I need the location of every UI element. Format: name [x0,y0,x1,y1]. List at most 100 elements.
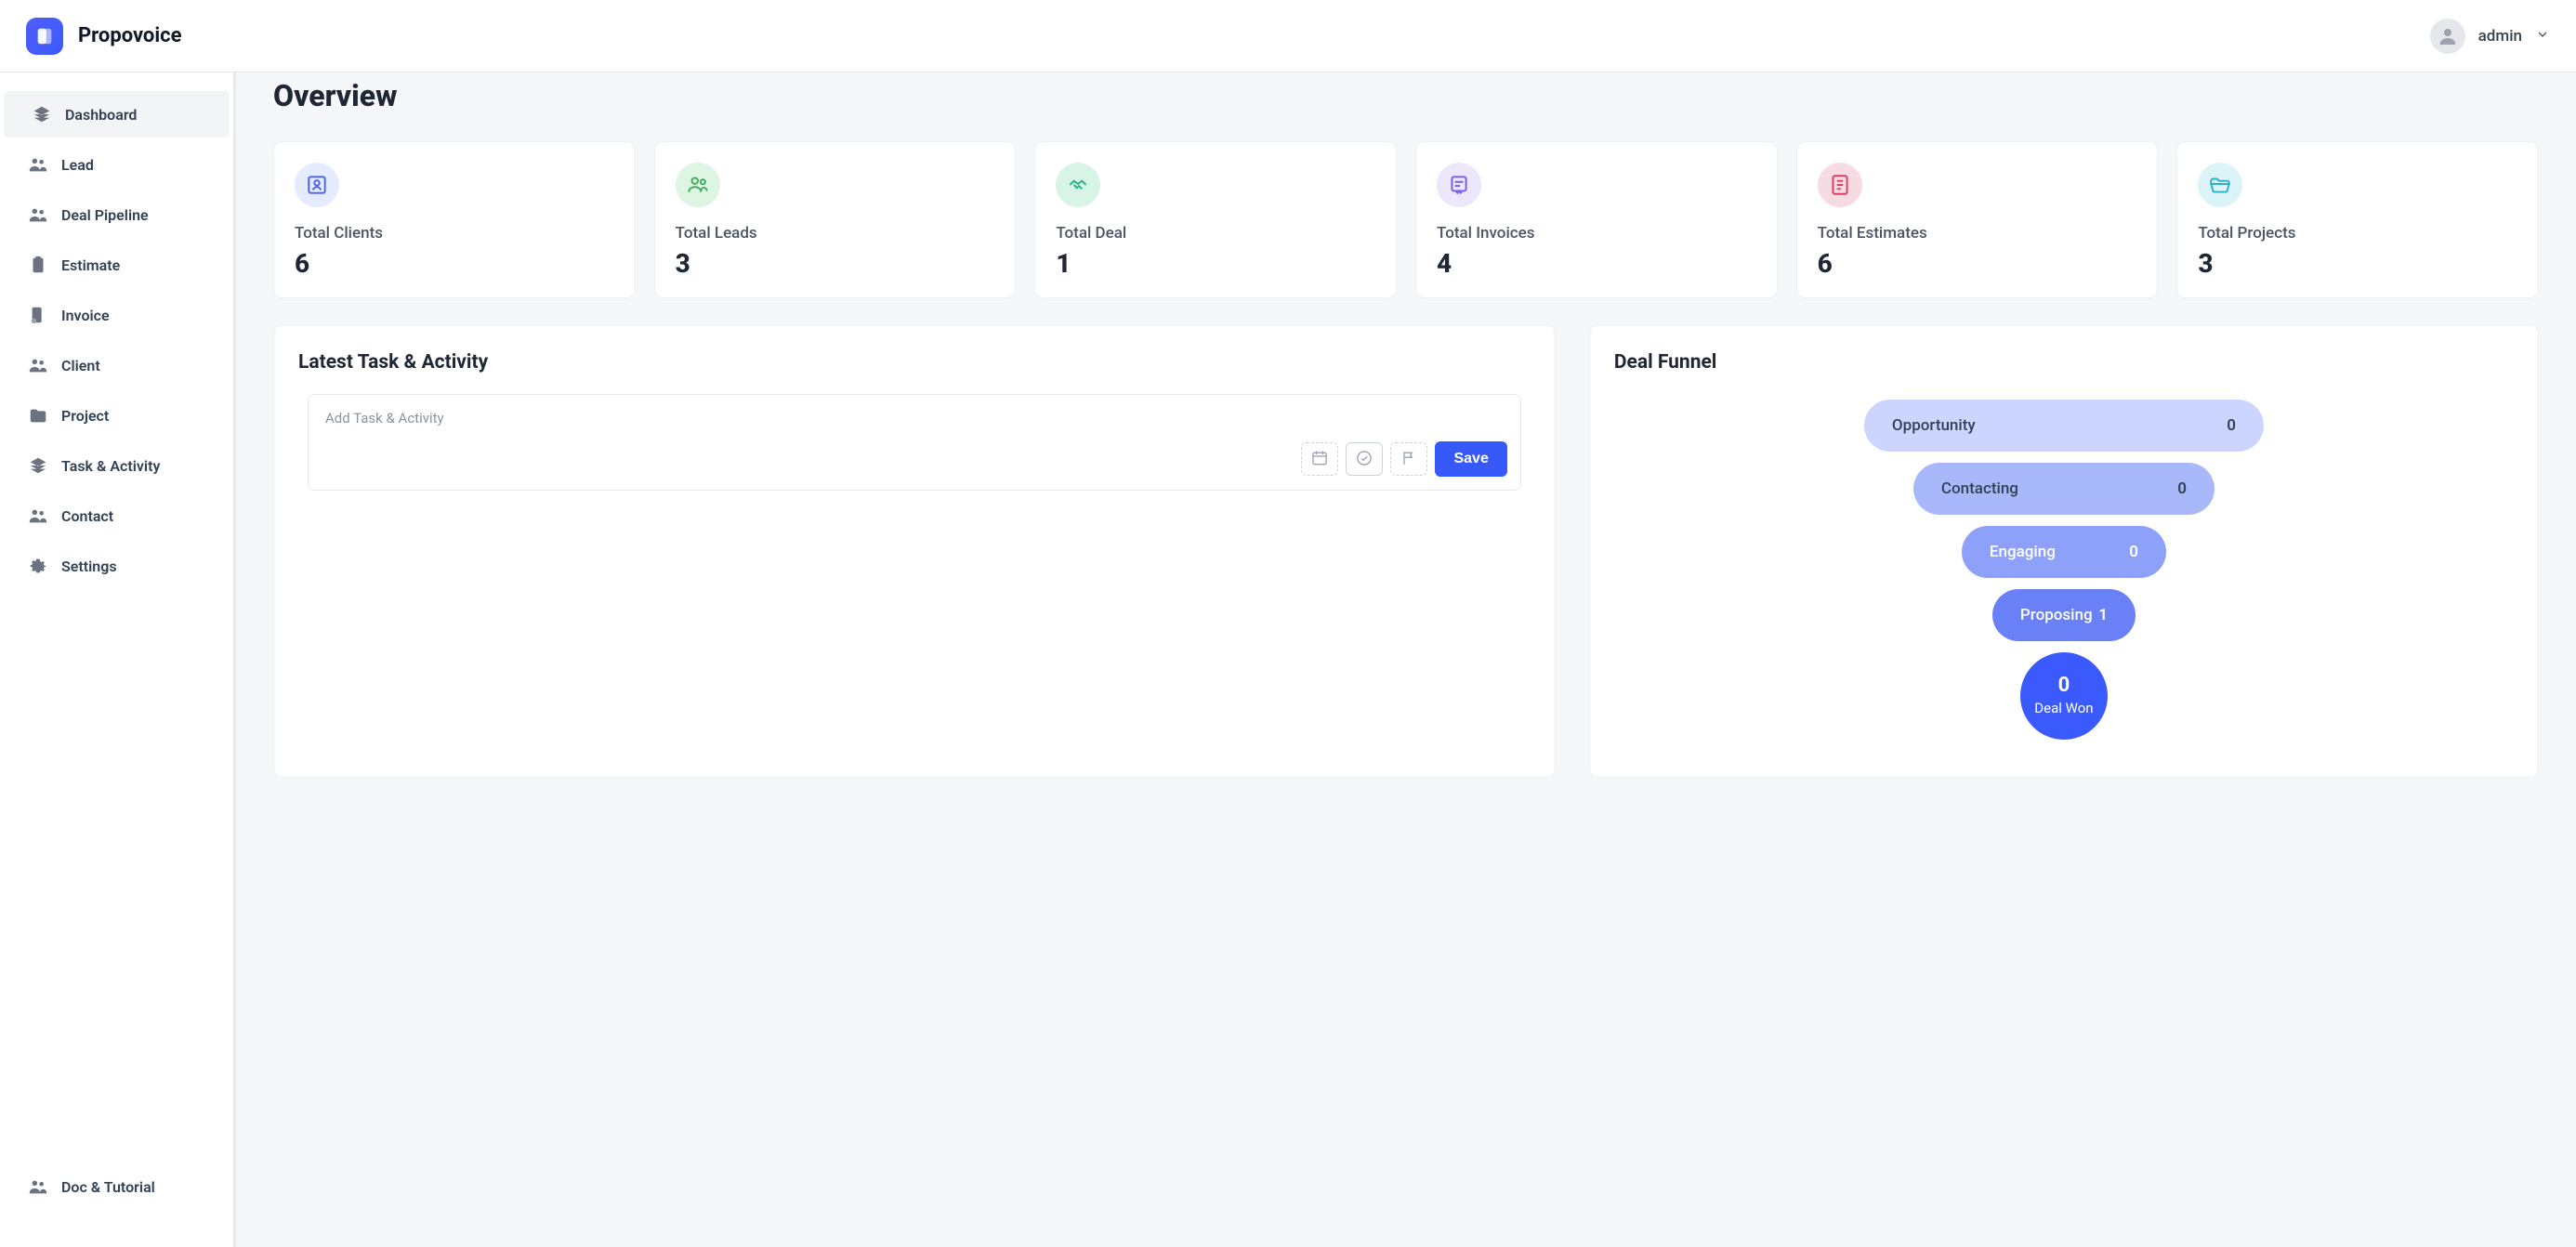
sidebar-item-deal-pipeline[interactable]: Deal Pipeline [0,191,233,238]
kpi-card-total-projects[interactable]: Total Projects3 [2176,141,2539,298]
contact-card-icon [295,163,339,207]
sidebar: Dashboard Lead Deal Pipeline Estimate Invoic… [0,72,236,1247]
status-button[interactable] [1346,442,1383,476]
layers-icon [28,455,48,476]
team-icon [676,163,720,207]
kpi-card-total-invoices[interactable]: Total Invoices 4 [1415,141,1778,298]
kpi-row: Total Clients6Total Leads3Total Deal1Tot… [273,141,2539,298]
app-header: Propovoice admin [0,0,2576,72]
funnel-stage-contacting[interactable]: Contacting 0 [1913,463,2215,515]
username: admin [2478,27,2522,46]
gear-icon [28,556,48,576]
sidebar-item-label: Lead [61,156,94,174]
clipboard-icon [28,255,48,275]
brand-name: Propovoice [78,24,182,47]
people-icon [28,1176,48,1197]
funnel-stage-proposing[interactable]: Proposing 1 [1992,589,2136,641]
panel-funnel: Deal Funnel Opportunity0Contacting0Engag… [1589,324,2539,778]
folder-open-icon [2198,163,2242,207]
sidebar-item-invoice[interactable]: Invoice [0,292,233,338]
brand: Propovoice [26,18,182,55]
sidebar-item-settings[interactable]: Settings [0,543,233,589]
calendar-icon [1310,449,1329,470]
funnel-stage-value: 1 [2098,606,2108,624]
panels: Latest Task & Activity Add Task & Activi… [273,324,2539,778]
funnel-stage-opportunity[interactable]: Opportunity 0 [1864,400,2264,452]
user-menu[interactable]: admin [2430,19,2550,54]
sidebar-item-label: Deal Pipeline [61,206,149,224]
kpi-value: 1 [1056,248,1375,279]
sidebar-item-contact[interactable]: Contact [0,492,233,539]
kpi-value: 3 [676,248,995,279]
invoice-icon [28,305,48,325]
due-date-button[interactable] [1301,442,1338,476]
funnel-stage-label: Proposing [2020,606,2093,624]
sidebar-item-project[interactable]: Project [0,392,233,439]
people-icon [28,154,48,175]
sidebar-item-estimate[interactable]: Estimate [0,242,233,288]
main: Overview Total Clients6Total Leads3Total… [236,72,2576,1247]
sidebar-item-task-activity[interactable]: Task & Activity [0,442,233,489]
people-icon [28,505,48,526]
panel-title: Latest Task & Activity [298,351,1531,374]
panel-title: Deal Funnel [1614,351,2514,374]
kpi-label: Total Invoices [1437,224,1756,243]
funnel-stage-value: 0 [2058,676,2070,696]
funnel-stage-engaging[interactable]: Engaging 0 [1962,526,2166,578]
handshake-icon [1056,163,1100,207]
kpi-label: Total Leads [676,224,995,243]
sidebar-item-label: Project [61,407,109,425]
kpi-label: Total Estimates [1818,224,2137,243]
funnel-stage-deal-won[interactable]: 0 Deal Won [2020,652,2108,740]
panel-tasks: Latest Task & Activity Add Task & Activi… [273,324,1556,778]
kpi-card-total-estimates[interactable]: Total Estimates 6 [1796,141,2159,298]
sidebar-item-lead[interactable]: Lead [0,141,233,188]
funnel-stage-label: Deal Won [2034,700,2093,716]
nav-footer: Doc & Tutorial [0,1163,233,1228]
kpi-label: Total Clients [295,224,614,243]
sidebar-item-dashboard[interactable]: Dashboard [4,91,230,138]
task-input[interactable]: Add Task & Activity [322,408,1507,441]
kpi-label: Total Deal [1056,224,1375,243]
funnel-stage-value: 0 [2227,416,2236,435]
kpi-card-total-clients[interactable]: Total Clients 6 [273,141,636,298]
funnel-stage-label: Engaging [1990,543,2056,561]
funnel-stage-value: 0 [2177,479,2187,498]
people-icon [28,204,48,225]
people-icon [28,355,48,375]
kpi-value: 6 [1818,248,2137,279]
funnel-stage-label: Opportunity [1892,416,1976,435]
flag-icon [1400,449,1418,470]
nav-main: Dashboard Lead Deal Pipeline Estimate Invoic… [0,91,233,1163]
sidebar-item-label: Contact [61,507,113,525]
receipt-icon [1437,163,1481,207]
layers-icon [32,104,52,125]
sidebar-item-label: Settings [61,558,117,575]
kpi-card-total-deal[interactable]: Total Deal 1 [1034,141,1397,298]
save-button[interactable]: Save [1435,441,1506,477]
sidebar-item-label: Estimate [61,256,120,274]
funnel-stage-label: Contacting [1941,479,2018,498]
sidebar-item-client[interactable]: Client [0,342,233,388]
funnel-chart: Opportunity 0 Contacting 0 Engaging 0 Proposin… [1612,394,2516,740]
kpi-card-total-leads[interactable]: Total Leads 3 [654,141,1017,298]
sidebar-item-label: Dashboard [65,106,137,124]
kpi-value: 3 [2198,248,2517,279]
page-title: Overview [273,78,2539,113]
check-circle-icon [1355,449,1373,470]
avatar-icon [2430,19,2465,54]
flag-button[interactable] [1390,442,1427,476]
sidebar-item-label: Invoice [61,307,110,324]
document-icon [1818,163,1862,207]
kpi-value: 6 [295,248,614,279]
sidebar-item-label: Client [61,357,100,374]
task-composer: Add Task & Activity [308,394,1521,491]
funnel-stage-value: 0 [2129,543,2138,561]
sidebar-item-label: Task & Activity [61,457,160,475]
logo-icon [26,18,63,55]
kpi-value: 4 [1437,248,1756,279]
folder-icon [28,405,48,426]
sidebar-item-label: Doc & Tutorial [61,1178,155,1196]
sidebar-item-docs[interactable]: Doc & Tutorial [0,1163,233,1210]
task-actions: Save [322,441,1507,477]
